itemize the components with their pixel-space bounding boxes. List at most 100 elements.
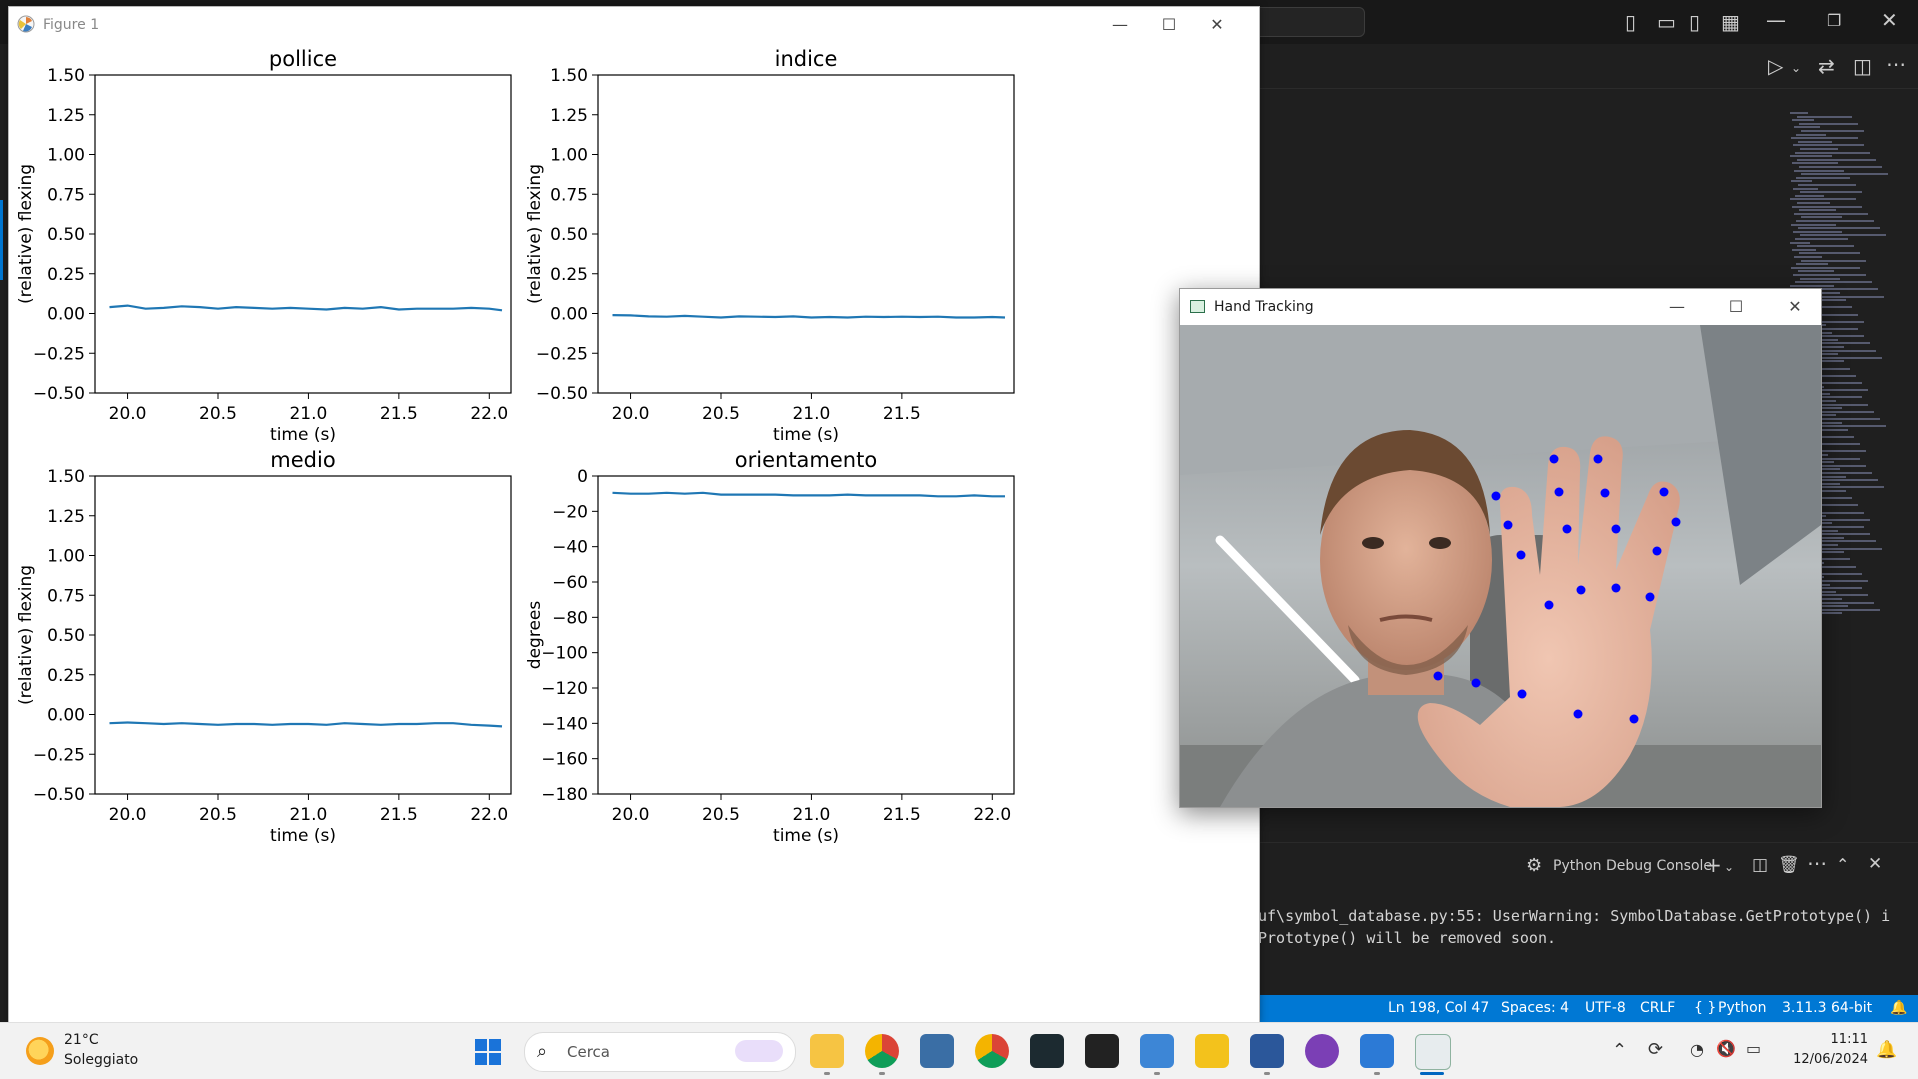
- minimap-line: [1790, 198, 1856, 201]
- python-window-icon[interactable]: [1415, 1034, 1451, 1070]
- minimap-line: [1790, 241, 1810, 244]
- terminal-name[interactable]: Python Debug Console: [1553, 858, 1712, 874]
- x-axis-label: time (s): [270, 425, 336, 445]
- taskbar-search[interactable]: ⌕ Cerca: [524, 1032, 796, 1072]
- minimap-line: [1800, 277, 1840, 280]
- toggle-panel-icon[interactable]: ▭: [1657, 12, 1676, 32]
- restore-icon[interactable]: ❐: [1827, 11, 1841, 31]
- clock-date[interactable]: 12/06/2024: [1788, 1052, 1868, 1067]
- split-editor-icon[interactable]: ◫: [1853, 56, 1872, 76]
- windows-start-icon[interactable]: [475, 1039, 501, 1065]
- customize-layout-icon[interactable]: ▦: [1721, 12, 1740, 32]
- wifi-icon[interactable]: ◔: [1690, 1040, 1704, 1059]
- status-cursor-position[interactable]: Ln 198, Col 47: [1388, 1000, 1489, 1016]
- sync-icon[interactable]: ⟳: [1648, 1039, 1663, 1060]
- kill-terminal-icon[interactable]: 🗑: [1778, 855, 1800, 875]
- minimap-line: [1801, 259, 1866, 262]
- status-eol[interactable]: CRLF: [1640, 1000, 1675, 1016]
- close-icon[interactable]: ✕: [1881, 10, 1898, 30]
- minimap-line: [1800, 191, 1862, 194]
- x-tick-label: 21.0: [289, 805, 327, 825]
- figure-canvas[interactable]: pollice −0.50 −0.25 0.00 0.25 0.50 0.75 1.00 1.2…: [9, 43, 1259, 1023]
- run-icon[interactable]: ▷: [1768, 56, 1783, 76]
- hand-landmark: [1659, 487, 1669, 497]
- split-terminal-icon[interactable]: ◫: [1752, 855, 1768, 875]
- terminal-dropdown-icon[interactable]: ⌄: [1724, 857, 1734, 877]
- hand-landmark: [1576, 585, 1586, 595]
- minimap-line: [1791, 137, 1858, 140]
- hand-tracking-titlebar[interactable]: Hand Tracking — ☐ ✕: [1180, 289, 1821, 325]
- more-actions-icon[interactable]: ⋯: [1886, 54, 1906, 74]
- new-terminal-icon[interactable]: +: [1705, 855, 1722, 875]
- word-icon[interactable]: [1250, 1034, 1284, 1068]
- notification-bell-icon[interactable]: 🔔: [1876, 1040, 1897, 1060]
- x-tick-label: 21.0: [792, 404, 830, 424]
- taskbar: 21°C Soleggiato ⌕ Cerca ⌃ ⟳ ◔ 🔇 ▭ 11:11 …: [0, 1022, 1918, 1079]
- toggle-primary-sidebar-icon[interactable]: ▯: [1625, 12, 1636, 32]
- git-app-icon[interactable]: [1085, 1034, 1119, 1068]
- plot-area: [94, 475, 512, 795]
- status-language[interactable]: Python: [1718, 1000, 1767, 1016]
- status-encoding[interactable]: UTF-8: [1585, 1000, 1626, 1016]
- figure-close-button[interactable]: ✕: [1194, 13, 1240, 37]
- weather-temperature[interactable]: 21°C: [64, 1032, 99, 1048]
- chrome-icon[interactable]: [975, 1034, 1009, 1068]
- x-tick-label: 20.0: [109, 805, 147, 825]
- x-tick-label: 20.5: [702, 805, 740, 825]
- file-explorer-icon[interactable]: [810, 1034, 844, 1068]
- x-tick-label: 22.0: [470, 805, 508, 825]
- status-interpreter[interactable]: 3.11.3 64-bit: [1782, 1000, 1872, 1016]
- run-dropdown-icon[interactable]: ⌄: [1791, 58, 1801, 78]
- y-tick-label: 0.00: [550, 305, 588, 325]
- hand-landmark: [1652, 546, 1662, 556]
- battery-icon[interactable]: ▭: [1746, 1039, 1761, 1058]
- y-tick-label: 0.75: [47, 185, 85, 205]
- y-tick-label: −140: [541, 714, 588, 734]
- maximize-panel-icon[interactable]: ⌃: [1836, 855, 1849, 875]
- compare-icon[interactable]: ⇄: [1818, 56, 1835, 76]
- status-indentation[interactable]: Spaces: 4: [1501, 1000, 1569, 1016]
- minimap-line: [1800, 148, 1838, 150]
- figure-maximize-button[interactable]: ☐: [1146, 13, 1192, 37]
- running-indicator: [1374, 1072, 1380, 1075]
- y-tick-label: 0.75: [550, 185, 588, 205]
- figure-minimize-button[interactable]: —: [1097, 13, 1143, 37]
- hand-landmark: [1600, 488, 1610, 498]
- hand-maximize-button[interactable]: ☐: [1713, 295, 1759, 319]
- search-icon: ⌕: [537, 1041, 548, 1062]
- hand-tracking-window: Hand Tracking — ☐ ✕: [1179, 288, 1822, 808]
- minimap-line: [1791, 180, 1812, 183]
- hand-minimize-button[interactable]: —: [1654, 295, 1700, 319]
- chrome-profile-icon[interactable]: [865, 1034, 899, 1068]
- more-terminal-actions-icon[interactable]: ⋯: [1807, 853, 1827, 873]
- weather-condition[interactable]: Soleggiato: [64, 1052, 138, 1068]
- figure-title: Figure 1: [43, 17, 100, 33]
- y-tick-label: −0.25: [33, 745, 85, 765]
- plot-area: [597, 475, 1015, 795]
- weather-sun-icon[interactable]: [26, 1037, 54, 1065]
- minimize-icon[interactable]: —: [1766, 10, 1786, 30]
- rh-app-icon[interactable]: [1195, 1034, 1229, 1068]
- figure-titlebar[interactable]: Figure 1 — ☐ ✕: [9, 7, 1259, 43]
- close-panel-icon[interactable]: ✕: [1868, 854, 1882, 874]
- notifications-icon[interactable]: 🔔: [1890, 1000, 1907, 1016]
- toggle-secondary-sidebar-icon[interactable]: ▯: [1689, 12, 1700, 32]
- camera-feed: [1180, 325, 1821, 807]
- clock-time[interactable]: 11:11: [1798, 1032, 1868, 1047]
- volume-muted-icon[interactable]: 🔇: [1716, 1039, 1736, 1058]
- minimap-line: [1801, 216, 1842, 219]
- opencv-window-icon: [1190, 300, 1205, 313]
- calendar-app-icon[interactable]: [920, 1034, 954, 1068]
- vscode-icon[interactable]: [1360, 1034, 1394, 1068]
- hand-landmark: [1549, 454, 1559, 464]
- minimap-line: [1795, 238, 1848, 240]
- terminal-app-icon[interactable]: [1030, 1034, 1064, 1068]
- minimap-line: [1801, 130, 1864, 132]
- minimap-line: [1794, 126, 1820, 129]
- show-hidden-icons-icon[interactable]: ⌃: [1612, 1040, 1627, 1061]
- hand-close-button[interactable]: ✕: [1772, 295, 1818, 319]
- y-tick-label: −180: [541, 785, 588, 805]
- github-desktop-icon[interactable]: [1305, 1034, 1339, 1068]
- x-tick-label: 20.5: [199, 805, 237, 825]
- notepad-icon[interactable]: [1140, 1034, 1174, 1068]
